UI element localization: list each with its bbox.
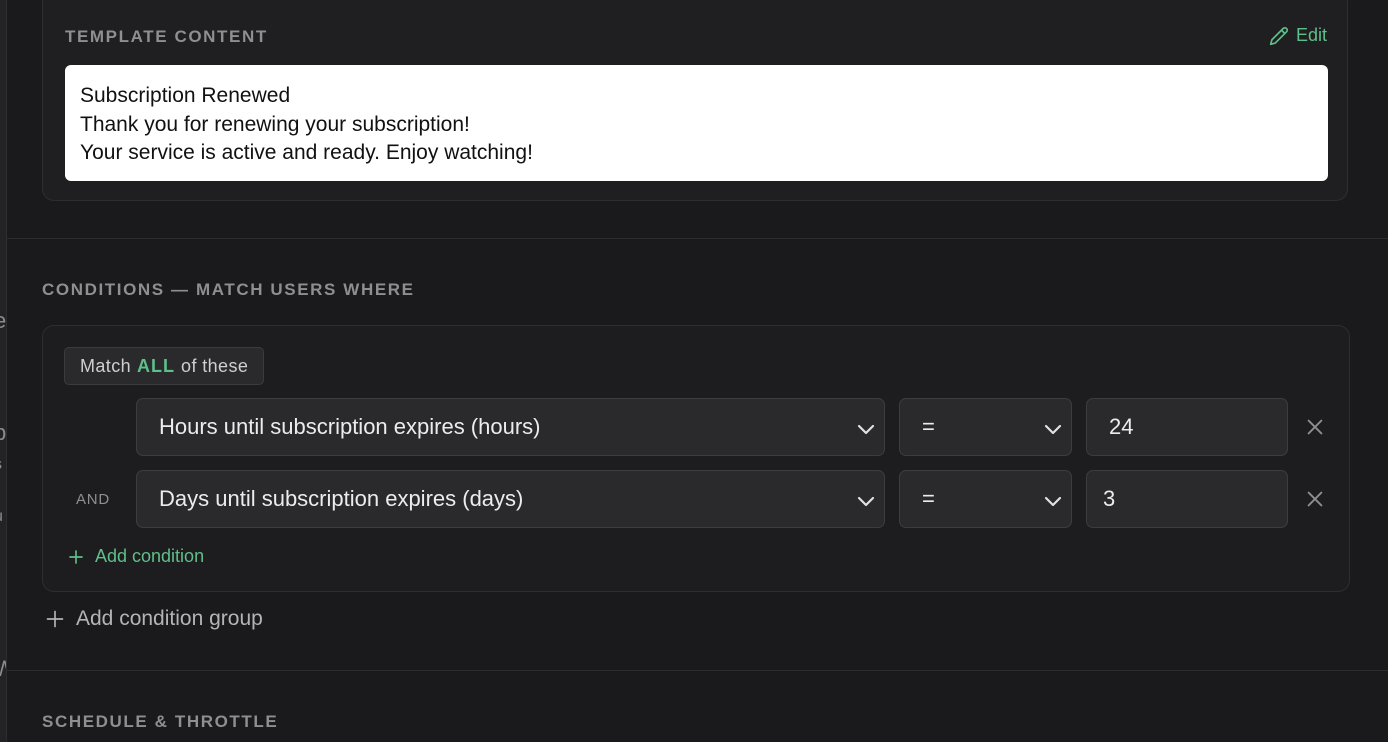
template-line: Subscription Renewed bbox=[80, 84, 291, 107]
chevron-down-icon bbox=[1044, 424, 1062, 435]
left-panel-edge: t r e p s u W bbox=[0, 0, 7, 742]
main-content: TEMPLATE CONTENT Edit Subscription Renew… bbox=[7, 0, 1388, 742]
condition-field-select[interactable]: Days until subscription expires (days) bbox=[136, 470, 885, 528]
chevron-down-icon bbox=[1044, 496, 1062, 507]
match-suffix: of these bbox=[181, 355, 249, 376]
template-line: Thank you for renewing your subscription… bbox=[80, 112, 470, 136]
close-icon[interactable] bbox=[1304, 488, 1326, 510]
chevron-down-icon bbox=[857, 424, 875, 435]
plus-icon bbox=[46, 610, 64, 628]
template-preview: Subscription Renewed Thank you for renew… bbox=[65, 65, 1328, 181]
field-value: Days until subscription expires (days) bbox=[159, 486, 524, 511]
match-prefix: Match bbox=[80, 355, 132, 376]
edit-label: Edit bbox=[1295, 25, 1327, 45]
conditions-section-label: CONDITIONS — MATCH USERS WHERE bbox=[42, 280, 415, 299]
input-value: 3 bbox=[1103, 486, 1116, 511]
condition-operator-select[interactable]: = bbox=[899, 398, 1072, 456]
plus-icon bbox=[69, 549, 83, 564]
template-line: Your service is active and ready. Enjoy … bbox=[80, 141, 533, 164]
left-strip-glyph: p bbox=[0, 420, 6, 446]
operator-value: = bbox=[922, 486, 935, 511]
left-strip-glyph: W bbox=[0, 656, 6, 682]
chevron-down-icon bbox=[857, 496, 875, 507]
add-condition-label: Add condition bbox=[95, 546, 205, 566]
field-value: Hours until subscription expires (hours) bbox=[159, 414, 541, 439]
template-section: TEMPLATE CONTENT Edit Subscription Renew… bbox=[7, 0, 1388, 239]
left-strip-glyph: s bbox=[0, 456, 2, 474]
left-strip-glyph: e bbox=[0, 308, 6, 334]
schedule-section-label: SCHEDULE & THROTTLE bbox=[42, 712, 279, 731]
condition-operator-select[interactable]: = bbox=[899, 470, 1072, 528]
left-strip-glyph: u bbox=[0, 508, 3, 526]
add-condition-group-button[interactable]: Add condition group bbox=[45, 607, 263, 631]
template-section-label: TEMPLATE CONTENT bbox=[65, 27, 268, 46]
row-connector-and: AND bbox=[76, 491, 111, 508]
match-mode: ALL bbox=[137, 355, 176, 376]
condition-field-select[interactable]: Hours until subscription expires (hours) bbox=[136, 398, 885, 456]
section-divider bbox=[7, 670, 1388, 671]
pencil-icon bbox=[1269, 26, 1288, 45]
condition-group-card: Match ALL of these Hours until subscript… bbox=[42, 325, 1350, 592]
add-group-label: Add condition group bbox=[76, 607, 263, 630]
operator-value: = bbox=[922, 414, 935, 439]
input-value: 24 bbox=[1109, 414, 1134, 439]
template-card: TEMPLATE CONTENT Edit Subscription Renew… bbox=[42, 0, 1348, 201]
match-mode-toggle[interactable]: Match ALL of these bbox=[64, 347, 265, 385]
close-icon[interactable] bbox=[1304, 416, 1326, 438]
add-condition-button[interactable]: Add condition bbox=[67, 546, 204, 567]
edit-template-button[interactable]: Edit bbox=[1269, 25, 1327, 46]
condition-value-input[interactable]: 24 bbox=[1086, 398, 1288, 456]
condition-value-input[interactable]: 3 bbox=[1086, 470, 1288, 528]
